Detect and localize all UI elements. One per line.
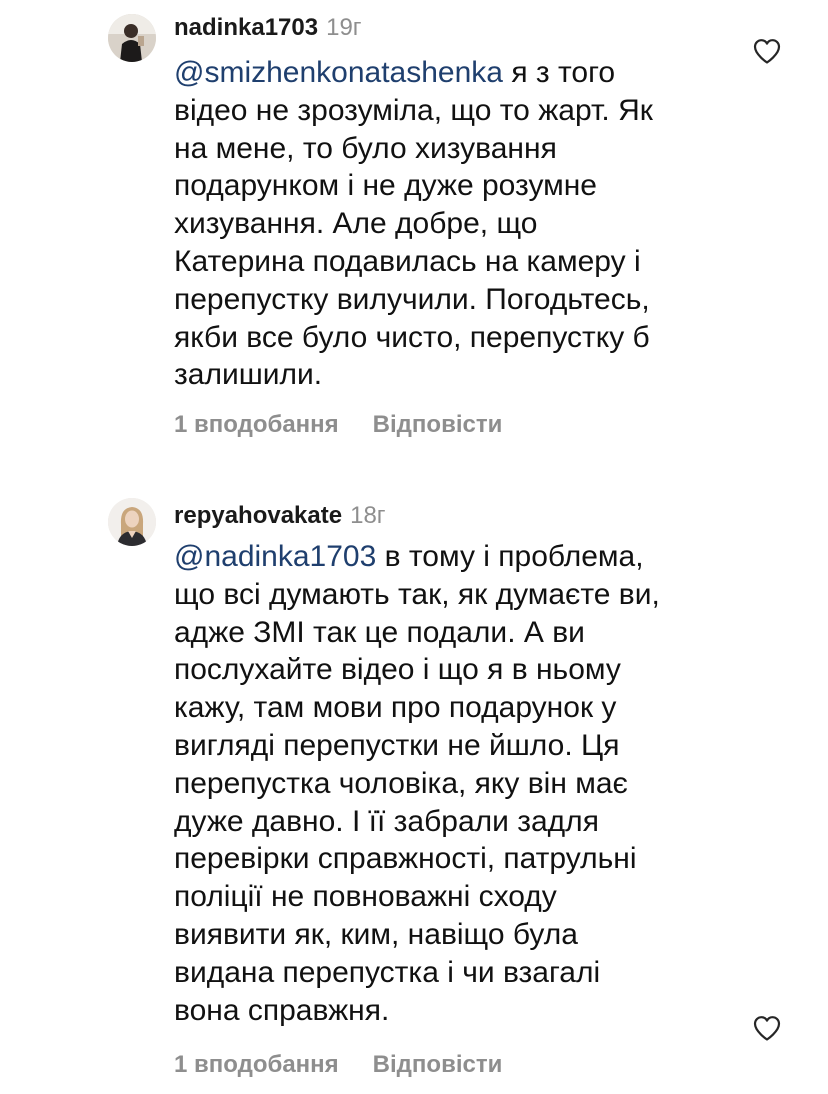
heart-outline-icon[interactable] bbox=[752, 37, 782, 65]
comment-actions: 1 вподобання Відповісти bbox=[174, 410, 502, 440]
comment-line: послухайте відео і що я в ньому bbox=[174, 653, 621, 687]
heart-outline-icon[interactable] bbox=[752, 1014, 782, 1042]
avatar[interactable] bbox=[108, 14, 156, 62]
timestamp: 18г bbox=[350, 502, 386, 529]
comment-line: якби все було чисто, перепустку б bbox=[174, 320, 650, 354]
mention-link[interactable]: @smizhenkonatashenka bbox=[174, 56, 503, 89]
comment-line: поліції не повноважні сходу bbox=[174, 880, 557, 914]
comment-line: перепустку вилучили. Погодьтесь, bbox=[174, 282, 650, 316]
comment-text: @smizhenkonatashenka я з того відео не з… bbox=[174, 54, 734, 394]
avatar-image bbox=[108, 498, 156, 546]
comment-header: nadinka1703 19г bbox=[174, 14, 362, 42]
likes-count-button[interactable]: 1 вподобання bbox=[174, 1050, 339, 1080]
comment-line: @nadinka1703 в тому і проблема, bbox=[174, 538, 734, 576]
comment-line: подарунком і не дуже розумне bbox=[174, 169, 597, 203]
username[interactable]: repyahovakate bbox=[174, 502, 342, 529]
reply-button[interactable]: Відповісти bbox=[373, 1050, 503, 1080]
comment-line: вона справжня. bbox=[174, 993, 390, 1027]
comment-line: дуже давно. І її забрали задля bbox=[174, 804, 599, 838]
comment-line: Катерина подавилась на камеру і bbox=[174, 244, 641, 278]
comment-actions: 1 вподобання Відповісти bbox=[174, 1050, 502, 1080]
comment-line: залишили. bbox=[174, 358, 323, 392]
comment-line: видана перепустка і чи взагалі bbox=[174, 955, 601, 989]
timestamp: 19г bbox=[326, 14, 362, 41]
reply-button[interactable]: Відповісти bbox=[373, 410, 503, 440]
comment-text: @nadinka1703 в тому і проблема, що всі д… bbox=[174, 538, 734, 1029]
comment-header: repyahovakate 18г bbox=[174, 502, 386, 530]
avatar-image bbox=[108, 14, 156, 62]
comment-line: адже ЗМІ так це подали. А ви bbox=[174, 615, 585, 649]
mention-link[interactable]: @nadinka1703 bbox=[174, 540, 376, 573]
avatar[interactable] bbox=[108, 498, 156, 546]
comment-line: хизування. Але добре, що bbox=[174, 207, 538, 241]
comment-line: @smizhenkonatashenka я з того bbox=[174, 54, 734, 92]
comment-line: відео не зрозуміла, що то жарт. Як bbox=[174, 93, 653, 127]
username[interactable]: nadinka1703 bbox=[174, 14, 318, 41]
comment-line-text: в тому і проблема, bbox=[376, 540, 644, 573]
comment-line-text: я з того bbox=[502, 56, 616, 89]
comment-line: перепустка чоловіка, яку він має bbox=[174, 766, 628, 800]
comment-line: вигляді перепустки не йшло. Ця bbox=[174, 728, 620, 762]
comment-line: перевірки справжності, патрульні bbox=[174, 842, 637, 876]
comment-line: виявити як, ким, навіщо була bbox=[174, 917, 578, 951]
comment-line: що всі думають так, як думаєте ви, bbox=[174, 577, 660, 611]
comment-line: кажу, там мови про подарунок у bbox=[174, 691, 617, 725]
likes-count-button[interactable]: 1 вподобання bbox=[174, 410, 339, 440]
comment-line: на мене, то було хизування bbox=[174, 131, 557, 165]
